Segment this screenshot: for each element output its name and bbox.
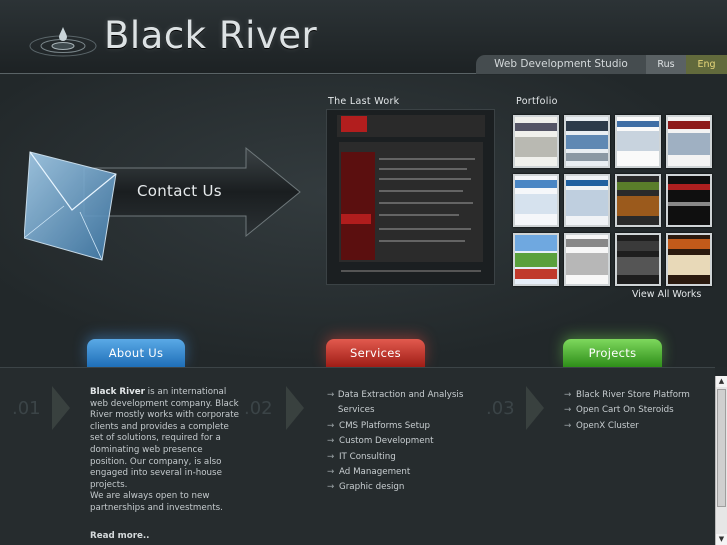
lang-rus-button[interactable]: Rus [646,55,686,74]
arrow-right-icon: → [327,467,335,478]
portfolio-thumbnail[interactable] [615,115,661,168]
about-body-2: We are always open to new partnerships a… [90,491,223,513]
portfolio-thumbnail[interactable] [564,174,610,227]
preview-text-line [379,168,467,170]
scroll-thumb[interactable] [717,389,726,507]
preview-text-line [379,240,465,242]
portfolio-thumbnail[interactable] [564,233,610,286]
portfolio-thumbnail[interactable] [564,115,610,168]
portfolio-thumbnail[interactable] [666,115,712,168]
section-number-1: .01 [12,398,41,419]
contact-arrow-graphic[interactable] [24,140,306,276]
portfolio-title: Portfolio [516,96,558,107]
list-item[interactable]: → Graphic design [327,480,487,495]
section-number-3: .03 [486,398,515,419]
section-number-2: .02 [244,398,273,419]
lang-eng-button[interactable]: Eng [686,55,727,74]
section-arrow-icon [52,386,70,430]
preview-text-line [379,190,463,192]
content-scrollbar[interactable]: ▲ ▼ [715,376,727,545]
water-drop-logo-icon [29,27,97,57]
list-item[interactable]: → IT Consulting [327,450,487,465]
arrow-right-icon: → [564,405,572,416]
preview-sidebar [341,152,375,260]
header-nav: Web Development Studio Rus Eng [476,55,727,74]
preview-text-line [379,214,459,216]
preview-footer [341,270,481,272]
preview-logo [341,116,367,132]
arrow-right-icon: → [327,482,335,493]
list-item[interactable]: → Custom Development [327,434,487,449]
portfolio-thumbnail[interactable] [615,233,661,286]
studio-label: Web Development Studio [476,55,646,74]
site-header: Black River Web Development Studio Rus E… [0,0,727,74]
tab-services[interactable]: Services [326,339,425,367]
about-text: Black River is an international web deve… [90,387,240,515]
read-more-link[interactable]: Read more.. [90,531,150,541]
list-item[interactable]: → Ad Management [327,465,487,480]
preview-text-line [379,158,475,160]
portfolio-grid [513,115,713,286]
list-item[interactable]: → CMS Platforms Setup [327,419,487,434]
portfolio-thumbnail[interactable] [513,115,559,168]
section-arrow-icon [526,386,544,430]
list-item[interactable]: → Open Cart On Steroids [564,403,714,418]
arrow-right-icon: → [327,451,335,462]
arrow-right-icon: → [327,390,335,400]
view-all-works-link[interactable]: View All Works [632,289,701,300]
tab-projects[interactable]: Projects [563,339,662,367]
about-brand: Black River [90,387,145,397]
arrow-right-icon: → [327,420,335,431]
list-item[interactable]: → Data Extraction and Analysis Services [327,388,487,419]
portfolio-thumbnail[interactable] [666,174,712,227]
scroll-up-icon[interactable]: ▲ [716,376,727,387]
about-body: is an international web development comp… [90,387,239,490]
portfolio-thumbnail[interactable] [513,233,559,286]
last-work-title: The Last Work [328,96,400,107]
portfolio-thumbnail[interactable] [666,233,712,286]
contact-us-link[interactable]: Contact Us [137,182,222,200]
preview-text-line [379,178,471,180]
list-item[interactable]: → OpenX Cluster [564,419,714,434]
projects-list: → Black River Store Platform → Open Cart O… [564,388,714,434]
scroll-down-icon[interactable]: ▼ [716,534,727,545]
preview-text-line [379,202,473,204]
preview-banner [341,214,371,224]
portfolio-thumbnail[interactable] [615,174,661,227]
tab-about-us[interactable]: About Us [87,339,185,367]
site-logo[interactable]: Black River [104,14,317,57]
portfolio-thumbnail[interactable] [513,174,559,227]
last-work-preview[interactable] [326,109,495,285]
preview-text-line [379,228,471,230]
arrow-right-icon: → [327,436,335,447]
section-arrow-icon [286,386,304,430]
services-list: → Data Extraction and Analysis Services →… [327,388,487,496]
arrow-right-icon: → [564,420,572,431]
list-item[interactable]: → Black River Store Platform [564,388,714,403]
arrow-right-icon: → [564,390,572,400]
